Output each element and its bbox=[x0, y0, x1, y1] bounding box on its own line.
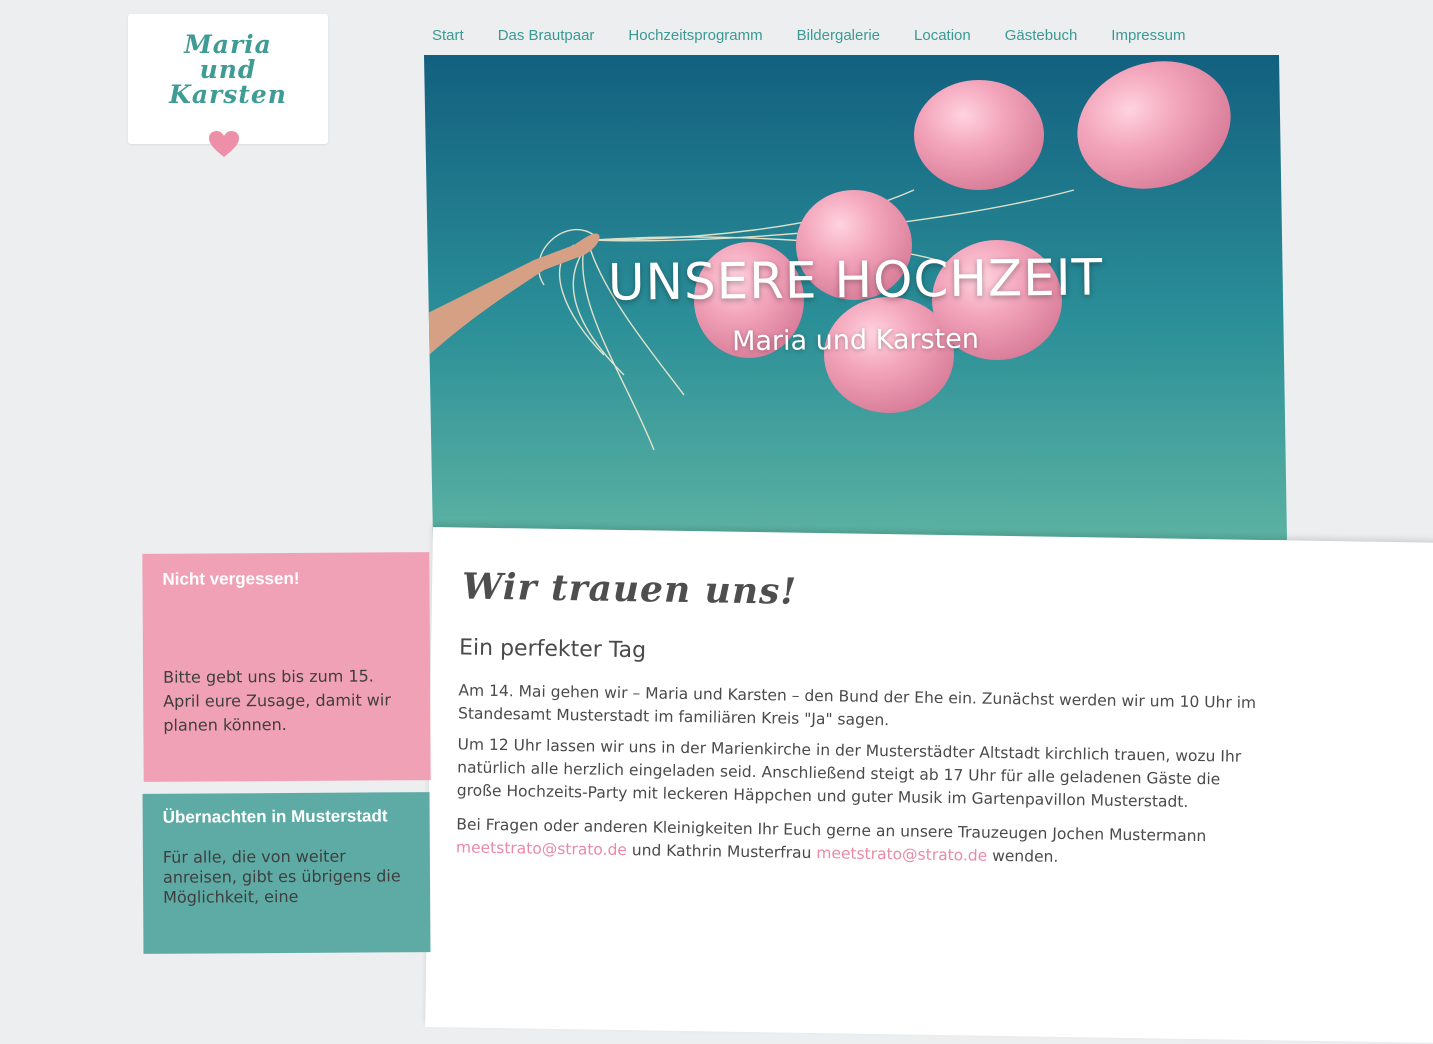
heart-icon bbox=[209, 131, 239, 157]
nav-item-location[interactable]: Location bbox=[914, 27, 971, 44]
reminder-text: Bitte gebt uns bis zum 15. April eure Zu… bbox=[163, 666, 391, 735]
paragraph-3-text-b: und Kathrin Musterfrau bbox=[631, 841, 812, 862]
logo-line-2: und bbox=[199, 55, 257, 84]
email-link-kathrin[interactable]: meetstrato@strato.de bbox=[816, 844, 987, 865]
nav-item-brautpaar[interactable]: Das Brautpaar bbox=[498, 27, 595, 44]
email-link-jochen[interactable]: meetstrato@strato.de bbox=[456, 838, 627, 859]
nav-item-hochzeitsprogramm[interactable]: Hochzeitsprogramm bbox=[628, 27, 762, 44]
accommodation-text: Für alle, die von weiter anreisen, gibt … bbox=[162, 846, 401, 907]
paragraph-2: Um 12 Uhr lassen wir uns in der Marienki… bbox=[456, 735, 1242, 811]
accommodation-title: Übernachten in Musterstadt bbox=[162, 806, 388, 827]
paragraph-3: Bei Fragen oder anderen Kleinigkeiten Ih… bbox=[456, 813, 1257, 872]
main-content: Wir trauen uns! Ein perfekter Tag Am 14.… bbox=[425, 527, 1433, 1044]
paragraph-3-text-c: wenden. bbox=[992, 846, 1059, 866]
nav-item-start[interactable]: Start bbox=[432, 27, 464, 44]
section-heading: Ein perfekter Tag bbox=[458, 635, 647, 664]
nav-item-bildergalerie[interactable]: Bildergalerie bbox=[797, 27, 880, 44]
paragraph-1: Am 14. Mai gehen wir – Maria und Karsten… bbox=[457, 681, 1257, 730]
hero-banner: UNSERE HOCHZEIT Maria und Karsten bbox=[424, 55, 1287, 540]
accommodation-box: Übernachten in Musterstadt Für alle, die… bbox=[142, 792, 431, 954]
logo-line-3: Karsten bbox=[169, 80, 287, 109]
reminder-box: Nicht vergessen! Bitte gebt uns bis zum … bbox=[142, 552, 431, 782]
hero-title: UNSERE HOCHZEIT bbox=[607, 248, 1104, 312]
main-nav: Start Das Brautpaar Hochzeitsprogramm Bi… bbox=[432, 27, 1219, 44]
nav-item-impressum[interactable]: Impressum bbox=[1111, 27, 1185, 44]
logo-line-1: Maria bbox=[184, 30, 272, 59]
reminder-title: Nicht vergessen! bbox=[162, 568, 300, 589]
site-logo[interactable]: Maria und Karsten bbox=[128, 14, 328, 144]
nav-item-gaestebuch[interactable]: Gästebuch bbox=[1005, 27, 1078, 44]
page-heading: Wir trauen uns! bbox=[461, 565, 798, 613]
